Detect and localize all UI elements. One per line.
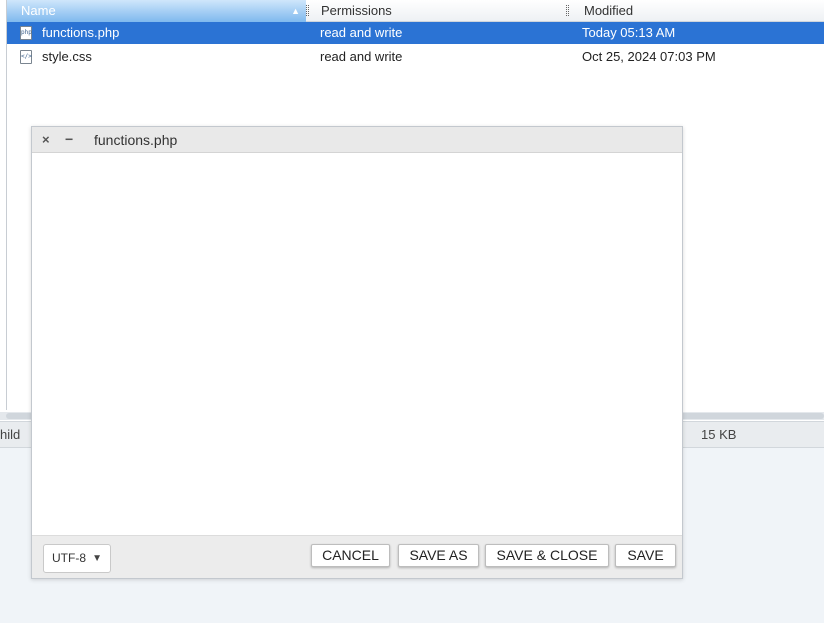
encoding-value: UTF-8 bbox=[52, 551, 86, 565]
encoding-select[interactable]: UTF-8 ▼ bbox=[43, 544, 111, 573]
cancel-button[interactable]: CANCEL bbox=[311, 544, 390, 567]
file-row-style-css[interactable]: </> style.css read and write Oct 25, 202… bbox=[7, 46, 824, 68]
file-permissions: read and write bbox=[320, 25, 403, 40]
column-header-modified[interactable]: Modified bbox=[584, 0, 633, 22]
css-file-icon: </> bbox=[20, 50, 32, 64]
chevron-down-icon: ▼ bbox=[92, 553, 102, 564]
file-row-functions-php[interactable]: php functions.php read and write Today 0… bbox=[7, 22, 824, 44]
column-header-name-label: Name bbox=[21, 3, 56, 18]
column-header-permissions[interactable]: Permissions bbox=[321, 0, 392, 22]
php-file-icon: php bbox=[20, 26, 32, 40]
dialog-title-bar[interactable]: × − functions.php bbox=[32, 127, 682, 153]
column-resize-handle[interactable] bbox=[566, 5, 569, 16]
status-size-text: 15 KB bbox=[701, 427, 737, 442]
file-modified: Oct 25, 2024 07:03 PM bbox=[582, 49, 716, 64]
sort-ascending-icon: ▲ bbox=[291, 6, 300, 16]
dialog-footer: UTF-8 ▼ CANCEL SAVE AS SAVE & CLOSE SAVE bbox=[32, 535, 682, 578]
file-modified: Today 05:13 AM bbox=[582, 25, 676, 40]
file-name: style.css bbox=[42, 49, 92, 64]
column-header-name[interactable]: Name ▲ bbox=[7, 0, 306, 22]
file-editor-dialog: × − functions.php UTF-8 ▼ CANCEL SAVE AS… bbox=[31, 126, 683, 579]
save-as-button[interactable]: SAVE AS bbox=[398, 544, 479, 567]
column-resize-handle[interactable] bbox=[306, 5, 309, 16]
save-and-close-button[interactable]: SAVE & CLOSE bbox=[485, 544, 609, 567]
save-button[interactable]: SAVE bbox=[615, 544, 676, 567]
file-permissions: read and write bbox=[320, 49, 403, 64]
status-left-text: hild bbox=[0, 427, 21, 442]
close-icon[interactable]: × bbox=[42, 132, 50, 147]
minimize-icon[interactable]: − bbox=[65, 131, 73, 147]
file-name: functions.php bbox=[42, 25, 120, 40]
dialog-title: functions.php bbox=[94, 132, 178, 148]
column-header-row: Name ▲ Permissions Modified bbox=[7, 0, 824, 22]
code-editor[interactable] bbox=[32, 154, 682, 535]
